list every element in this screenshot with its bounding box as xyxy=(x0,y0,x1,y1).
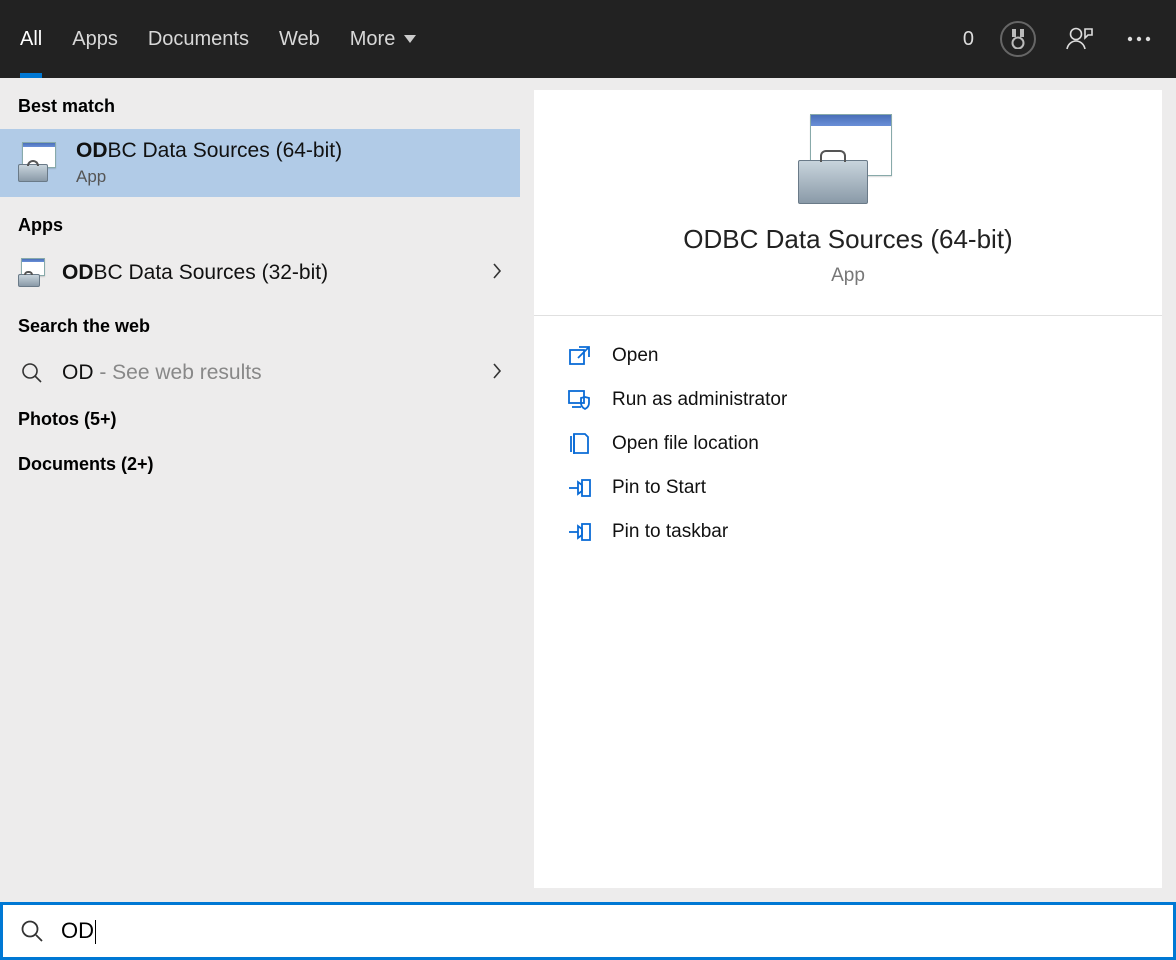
odbc-app-icon xyxy=(18,258,48,288)
documents-category[interactable]: Documents (2+) xyxy=(0,442,520,487)
more-options-icon[interactable] xyxy=(1122,22,1156,56)
chevron-right-icon xyxy=(492,263,502,284)
open-label: Open xyxy=(612,345,658,367)
pin-taskbar-action[interactable]: Pin to taskbar xyxy=(542,510,1154,554)
open-action[interactable]: Open xyxy=(542,334,1154,378)
odbc-app-icon xyxy=(18,142,60,184)
detail-title: ODBC Data Sources (64-bit) xyxy=(683,224,1012,255)
open-file-location-action[interactable]: Open file location xyxy=(542,422,1154,466)
tab-all[interactable]: All xyxy=(20,0,42,78)
pin-taskbar-label: Pin to taskbar xyxy=(612,521,728,543)
tab-more[interactable]: More xyxy=(350,0,418,78)
search-header: All Apps Documents Web More 0 xyxy=(0,0,1176,78)
search-icon xyxy=(17,916,47,946)
chevron-down-icon xyxy=(403,31,417,47)
tab-documents[interactable]: Documents xyxy=(148,0,249,78)
detail-hero: ODBC Data Sources (64-bit) App xyxy=(534,90,1162,316)
feedback-icon[interactable] xyxy=(1062,22,1096,56)
detail-actions: Open Run as administrator Open file loca… xyxy=(534,316,1162,572)
pin-icon xyxy=(566,476,594,500)
open-icon xyxy=(566,344,594,368)
detail-panel: ODBC Data Sources (64-bit) App Open xyxy=(534,90,1162,888)
detail-subtitle: App xyxy=(831,265,865,287)
best-match-text: ODBC Data Sources (64-bit) App xyxy=(76,139,342,187)
apps-result-odbc32[interactable]: ODBC Data Sources (32-bit) xyxy=(0,248,520,298)
results-panel: Best match ODBC Data Sources (64-bit) Ap… xyxy=(0,78,520,902)
header-right: 0 xyxy=(963,21,1156,57)
pin-icon xyxy=(566,520,594,544)
photos-category[interactable]: Photos (5+) xyxy=(0,397,520,442)
tab-more-label: More xyxy=(350,28,396,51)
web-result-text: OD - See web results xyxy=(62,361,262,385)
best-match-header: Best match xyxy=(0,78,520,129)
best-match-title: ODBC Data Sources (64-bit) xyxy=(76,139,342,163)
open-file-location-label: Open file location xyxy=(612,433,759,455)
scope-tabs: All Apps Documents Web More xyxy=(20,0,417,78)
rewards-score: 0 xyxy=(963,28,974,51)
tab-web[interactable]: Web xyxy=(279,0,320,78)
best-match-result[interactable]: ODBC Data Sources (64-bit) App xyxy=(0,129,520,197)
pin-start-action[interactable]: Pin to Start xyxy=(542,466,1154,510)
search-input[interactable]: OD xyxy=(61,918,96,944)
run-administrator-label: Run as administrator xyxy=(612,389,787,411)
tab-apps[interactable]: Apps xyxy=(72,0,118,78)
search-bar[interactable]: OD xyxy=(0,902,1176,960)
folder-icon xyxy=(566,432,594,456)
web-result[interactable]: OD - See web results xyxy=(0,349,520,397)
chevron-right-icon xyxy=(492,363,502,384)
odbc-app-icon-large xyxy=(798,114,898,206)
web-header: Search the web xyxy=(0,298,520,349)
search-icon xyxy=(18,359,46,387)
shield-icon xyxy=(566,388,594,412)
run-administrator-action[interactable]: Run as administrator xyxy=(542,378,1154,422)
apps-header: Apps xyxy=(0,197,520,248)
pin-start-label: Pin to Start xyxy=(612,477,706,499)
medal-icon[interactable] xyxy=(1000,21,1036,57)
best-match-subtitle: App xyxy=(76,167,342,187)
apps-result-title: ODBC Data Sources (32-bit) xyxy=(62,261,328,285)
